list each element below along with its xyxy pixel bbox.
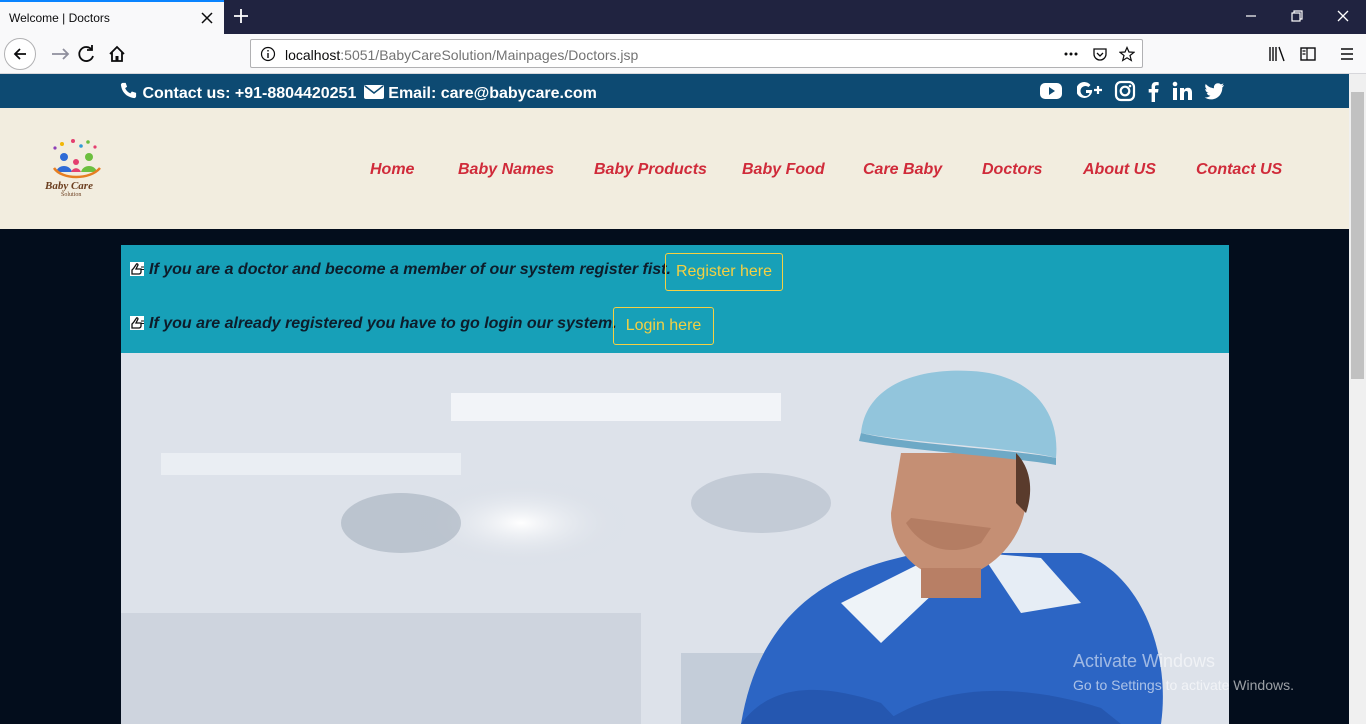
hand-pointing-icon	[130, 316, 144, 330]
site-header: Baby Care Solution Home Baby Names Baby …	[0, 108, 1349, 229]
contact-top-bar: Contact us: +91-8804420251 Email: care@b…	[0, 74, 1349, 108]
home-icon[interactable]	[101, 38, 133, 70]
new-tab-icon[interactable]	[231, 6, 251, 26]
doctor-photo	[121, 353, 1229, 724]
more-actions-icon[interactable]	[1063, 46, 1079, 62]
activate-windows-subtitle: Go to Settings to activate Windows.	[1073, 677, 1294, 693]
restore-icon[interactable]	[1289, 8, 1305, 24]
window-close-icon[interactable]	[1335, 8, 1351, 24]
bookmark-star-icon[interactable]	[1119, 46, 1135, 62]
menu-item-contact-us[interactable]: Contact US	[1196, 161, 1282, 179]
facebook-icon[interactable]	[1143, 80, 1165, 102]
back-arrow-icon	[13, 48, 26, 60]
doctor-hero-image	[121, 353, 1229, 724]
google-plus-icon[interactable]	[1077, 80, 1103, 102]
contact-email: Email: care@babycare.com	[388, 85, 597, 102]
youtube-icon[interactable]	[1040, 80, 1062, 102]
envelope-icon	[363, 85, 384, 99]
hand-pointing-icon	[130, 262, 144, 276]
activate-windows-title: Activate Windows	[1073, 651, 1216, 671]
register-button[interactable]: Register here	[665, 253, 783, 291]
menu-item-baby-names[interactable]: Baby Names	[458, 161, 554, 179]
page-scrollbar[interactable]	[1349, 74, 1366, 724]
menu-item-doctors[interactable]: Doctors	[982, 161, 1042, 179]
pocket-icon[interactable]	[1092, 46, 1108, 62]
menu-item-home[interactable]: Home	[370, 161, 414, 179]
reload-icon[interactable]	[70, 38, 102, 70]
register-notice-text: If you are a doctor and become a member …	[149, 261, 671, 278]
linkedin-icon[interactable]	[1171, 80, 1193, 102]
minimize-icon[interactable]	[1243, 8, 1259, 24]
doctor-notice-panel: If you are a doctor and become a member …	[121, 245, 1229, 353]
login-notice: If you are already registered you have t…	[129, 315, 617, 333]
url-path: :5051/BabyCareSolution/Mainpages/Doctors…	[340, 47, 639, 63]
logo-title: Baby Care	[45, 180, 93, 192]
menu-item-care-baby[interactable]: Care Baby	[863, 161, 942, 179]
browser-tab[interactable]: Welcome | Doctors	[0, 0, 224, 34]
url-text: localhost:5051/BabyCareSolution/Mainpage…	[285, 47, 638, 63]
info-icon[interactable]	[260, 46, 276, 62]
login-button[interactable]: Login here	[613, 307, 714, 345]
contact-phone: Contact us: +91-8804420251	[142, 85, 357, 102]
close-tab-icon[interactable]	[199, 10, 215, 26]
menu-item-baby-products[interactable]: Baby Products	[594, 161, 707, 179]
menu-item-baby-food[interactable]: Baby Food	[742, 161, 825, 179]
url-host: localhost	[285, 47, 341, 63]
menu-hamburger-icon[interactable]	[1331, 38, 1363, 70]
menu-item-about-us[interactable]: About US	[1083, 161, 1156, 179]
phone-icon	[120, 82, 137, 99]
register-notice: If you are a doctor and become a member …	[129, 261, 671, 279]
login-notice-text: If you are already registered you have t…	[149, 315, 617, 332]
url-bar[interactable]: localhost:5051/BabyCareSolution/Mainpage…	[250, 39, 1143, 68]
contact-info: Contact us: +91-8804420251 Email: care@b…	[119, 81, 597, 103]
instagram-icon[interactable]	[1114, 80, 1136, 102]
tab-title: Welcome | Doctors	[9, 11, 110, 25]
page-content: Contact us: +91-8804420251 Email: care@b…	[0, 74, 1349, 724]
scrollbar-thumb[interactable]	[1351, 92, 1364, 379]
sidebar-icon[interactable]	[1292, 38, 1324, 70]
library-icon[interactable]	[1261, 38, 1293, 70]
twitter-icon[interactable]	[1203, 80, 1225, 102]
browser-nav-bar: localhost:5051/BabyCareSolution/Mainpage…	[0, 34, 1366, 74]
logo-subtitle: Solution	[61, 192, 82, 198]
back-button[interactable]	[4, 38, 36, 70]
browser-tab-bar: Welcome | Doctors	[0, 0, 1366, 34]
